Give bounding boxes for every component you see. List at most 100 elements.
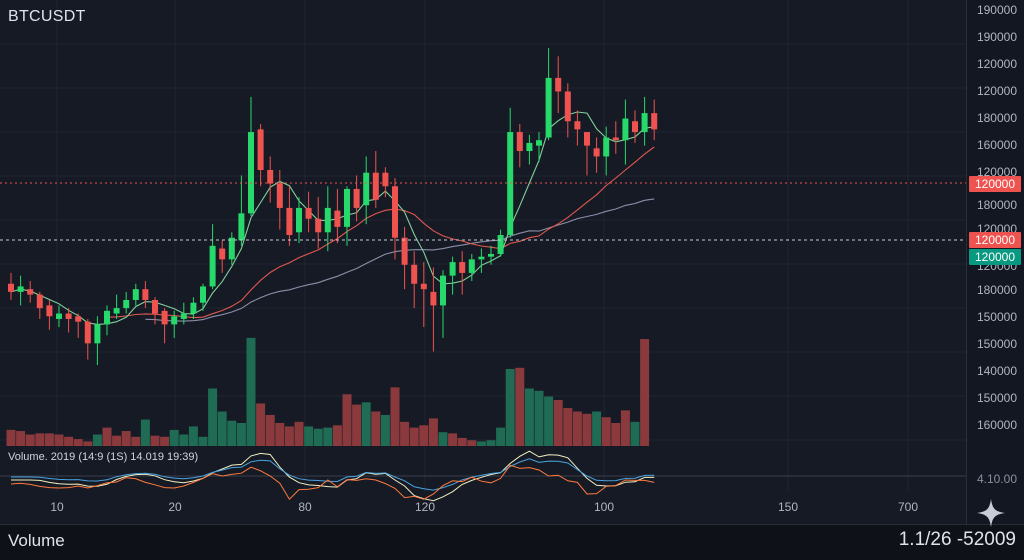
candle-body [344, 188, 350, 227]
volume-bar [208, 388, 218, 446]
price-scale-label: 160000 [976, 138, 1017, 152]
candle-body [36, 294, 43, 309]
price-tag: 120000 [969, 232, 1021, 248]
candle-body [219, 248, 226, 260]
candle-body [603, 137, 610, 157]
chart-area[interactable]: BTCUSDT Volume. 2019 (14:9 (1S) 14.019 1… [0, 0, 966, 524]
footer-readout: 1.1/26 -52009 [898, 529, 1016, 550]
candle-body [555, 77, 562, 92]
price-scale-label: 120000 [976, 84, 1017, 98]
volume-bar [380, 414, 390, 446]
volume-bar [419, 425, 429, 446]
ma-mid-line [106, 146, 655, 319]
volume-bar [246, 337, 256, 446]
volume-bar [256, 403, 266, 446]
candle-body [8, 283, 14, 292]
volume-bar [400, 421, 410, 446]
volume-bar [601, 417, 611, 446]
candle-body [516, 132, 523, 152]
footer-volume-label[interactable]: Volume [8, 531, 65, 551]
volume-bar [620, 410, 630, 446]
price-chart[interactable] [0, 0, 966, 524]
candle-body [267, 170, 274, 184]
volume-bar [102, 427, 112, 446]
candle-body [228, 237, 235, 260]
volume-bar [457, 437, 467, 446]
candle-body [248, 132, 254, 214]
ma-fast-line [10, 111, 655, 325]
volume-bar [284, 426, 294, 446]
candle-body [459, 262, 466, 273]
candle-body [123, 300, 130, 309]
time-axis-label: 80 [298, 500, 312, 514]
candle-body [545, 77, 552, 138]
price-scale-label: 120000 [976, 57, 1017, 71]
volume-legend: Volume. 2019 (14:9 (1S) 14.019 19:39) [8, 451, 199, 463]
volume-bar [563, 408, 573, 446]
sparkle-icon[interactable] [976, 498, 1006, 528]
candle-body [449, 262, 456, 276]
price-scale-label: 190000 [976, 3, 1017, 17]
candle-body [526, 142, 533, 152]
volume-bar [428, 418, 438, 446]
volume-bar [275, 423, 285, 446]
candle-body [641, 113, 648, 133]
candle-body [190, 302, 197, 314]
candle-body [84, 321, 91, 344]
volume-bar [169, 429, 179, 446]
candle-body [142, 289, 149, 300]
volume-bar [524, 388, 534, 446]
volume-bar [467, 440, 477, 446]
price-scale[interactable]: 190000 190000 120000 120000 180000 160000 1200… [966, 0, 1024, 524]
candle-body [17, 286, 24, 292]
candle-body [286, 207, 293, 235]
candle-body [497, 235, 504, 254]
price-tag: 120000 [969, 249, 1021, 265]
volume-bar [553, 400, 563, 446]
volume-bar [640, 339, 650, 446]
volume-bar [150, 435, 160, 446]
candle-body [440, 275, 446, 306]
candle-body [238, 213, 245, 241]
volume-bar [582, 413, 592, 446]
candle-body [209, 245, 216, 287]
volume-bar [265, 414, 275, 446]
volume-bar [505, 368, 515, 446]
volume-bar [6, 429, 16, 446]
volume-bar [294, 421, 304, 446]
volume-bar [448, 433, 458, 446]
volume-bar [332, 425, 342, 446]
volume-bar [476, 441, 486, 446]
price-scale-label: 150000 [976, 310, 1017, 324]
candle-body [257, 129, 264, 170]
volume-bar [361, 402, 371, 446]
volume-bar [313, 428, 323, 446]
candle-body [392, 186, 398, 238]
volume-bar [371, 411, 381, 446]
candle-body [324, 207, 331, 233]
candle-body [296, 207, 302, 233]
candle-body [488, 253, 494, 257]
candle-body [315, 218, 322, 233]
candle-body [353, 188, 360, 208]
candle-body [46, 305, 53, 317]
volume-bar [342, 394, 352, 446]
candle-body [507, 132, 514, 235]
volume-bar [160, 436, 170, 446]
time-axis-label: 120 [414, 500, 436, 514]
volume-bar [44, 433, 54, 446]
candle-body [574, 121, 581, 130]
candle-body [75, 316, 82, 322]
candle-body [593, 148, 600, 157]
candle-body [65, 313, 72, 319]
oscillator-line-b [11, 458, 655, 491]
volume-bar [236, 423, 246, 446]
volume-bar [73, 439, 83, 446]
symbol-title[interactable]: BTCUSDT [8, 8, 86, 26]
volume-bar [630, 421, 640, 446]
price-scale-label: 180000 [976, 111, 1017, 125]
candle-body [564, 91, 571, 122]
price-tag: 120000 [969, 176, 1021, 192]
candle-body [420, 283, 427, 290]
volume-bar [534, 390, 544, 446]
